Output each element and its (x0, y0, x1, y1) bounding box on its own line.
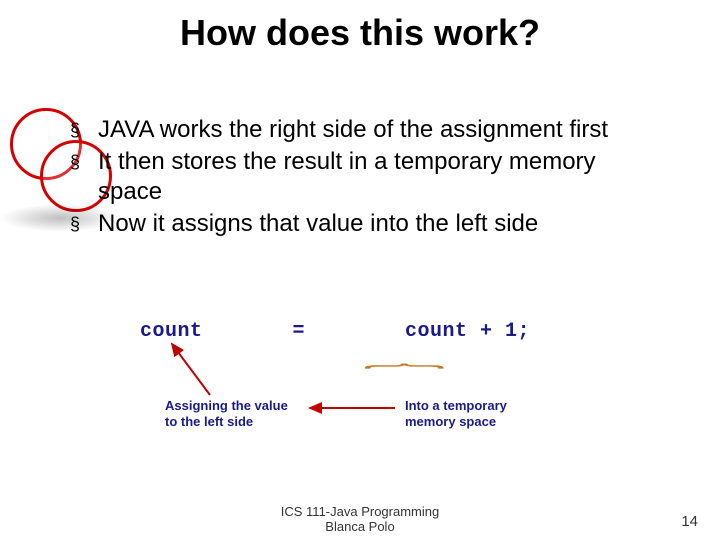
list-item: § It then stores the result in a tempora… (70, 147, 660, 207)
footer-course: ICS 111-Java Programming (0, 504, 720, 519)
arrows-overlay (0, 0, 720, 540)
bullet-list: § JAVA works the right side of the assig… (70, 115, 660, 241)
annotation-text: memory space (405, 414, 507, 430)
page-number: 14 (681, 513, 698, 530)
slide-title: How does this work? (0, 0, 720, 54)
annotation-text: to the left side (165, 414, 288, 430)
bullet-icon: § (70, 147, 98, 177)
code-operator: = (293, 320, 393, 343)
code-rhs: count + 1; (405, 320, 530, 343)
code-expression: count = count + 1; (140, 320, 530, 343)
brace-icon: { (362, 363, 458, 369)
bullet-text: It then stores the result in a temporary… (98, 147, 660, 207)
bullet-icon: § (70, 115, 98, 145)
bullet-icon: § (70, 209, 98, 239)
annotation-right: Into a temporary memory space (405, 398, 507, 430)
annotation-text: Into a temporary (405, 398, 507, 414)
bullet-text: Now it assigns that value into the left … (98, 209, 538, 239)
annotation-left: Assigning the value to the left side (165, 398, 288, 430)
footer-author: Blanca Polo (0, 519, 720, 534)
bullet-text: JAVA works the right side of the assignm… (98, 115, 608, 145)
list-item: § JAVA works the right side of the assig… (70, 115, 660, 145)
annotation-text: Assigning the value (165, 398, 288, 414)
arrow-icon (172, 344, 210, 395)
list-item: § Now it assigns that value into the lef… (70, 209, 660, 239)
code-lhs: count (140, 320, 280, 343)
footer: ICS 111-Java Programming Blanca Polo (0, 504, 720, 534)
